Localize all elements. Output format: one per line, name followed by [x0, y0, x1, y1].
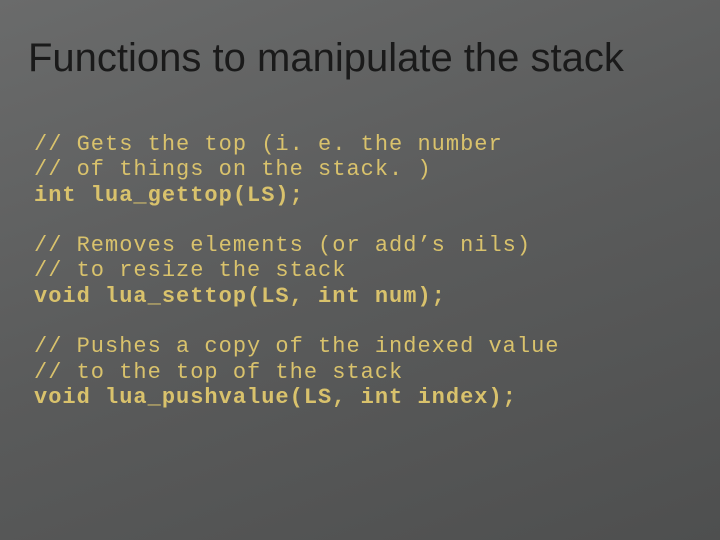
slide: Functions to manipulate the stack // Get…: [0, 0, 720, 540]
code-block: // Gets the top (i. e. the number // of …: [34, 132, 690, 410]
comment-line: // of things on the stack. ): [34, 157, 432, 182]
comment-line: // Pushes a copy of the indexed value: [34, 334, 559, 359]
slide-title: Functions to manipulate the stack: [28, 36, 692, 81]
signature-line: void lua_settop(LS, int num);: [34, 284, 446, 309]
comment-line: // to resize the stack: [34, 258, 346, 283]
comment-line: // Removes elements (or add’s nils): [34, 233, 531, 258]
comment-line: // to the top of the stack: [34, 360, 403, 385]
comment-line: // Gets the top (i. e. the number: [34, 132, 503, 157]
signature-line: void lua_pushvalue(LS, int index);: [34, 385, 517, 410]
signature-line: int lua_gettop(LS);: [34, 183, 304, 208]
